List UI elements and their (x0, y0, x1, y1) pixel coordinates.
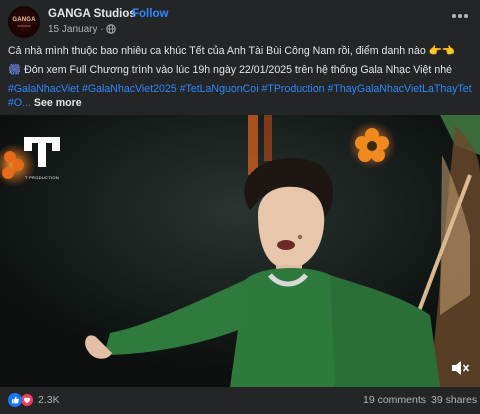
post-date[interactable]: 15 January · (48, 24, 104, 35)
hashtag-truncated[interactable]: #O... (8, 97, 31, 109)
mute-icon[interactable] (450, 359, 470, 377)
hashtag-link[interactable]: #GalaNhacViet (8, 83, 79, 95)
post-header: GANGA STUDIOS GANGA Studios · Follow 15 … (8, 6, 472, 38)
t-production-watermark-icon (24, 137, 60, 167)
comments-count-link[interactable]: 19 comments (363, 394, 426, 406)
caption-line-2: 🎆 Đón xem Full Chương trình vào lúc 19h … (8, 64, 452, 76)
love-reaction-icon[interactable] (20, 393, 34, 407)
reaction-count[interactable]: 2.3K (38, 394, 60, 406)
follow-button[interactable]: Follow (132, 8, 168, 20)
hashtag-link[interactable]: #TProduction (262, 83, 325, 95)
avatar-logo-subtext: STUDIOS (17, 24, 31, 28)
video-player[interactable]: T PRODUCTION (0, 115, 480, 387)
page-name-link[interactable]: GANGA Studios (48, 8, 136, 20)
facebook-post: GANGA STUDIOS GANGA Studios · Follow 15 … (0, 0, 480, 414)
hashtag-list: #GalaNhacViet #GalaNhacViet2025 #TetLaNg… (8, 82, 476, 110)
post-footer: 2.3K 19 comments 39 shares (0, 387, 480, 414)
page-avatar[interactable]: GANGA STUDIOS (8, 6, 40, 38)
caption-line-1: Cả nhà mình thuộc bao nhiêu ca khúc Tết … (8, 45, 456, 57)
globe-icon (106, 24, 116, 34)
more-options-icon[interactable] (452, 12, 470, 20)
watermark-text: T PRODUCTION (25, 175, 59, 180)
hashtag-link[interactable]: #GalaNhacViet2025 (82, 83, 177, 95)
video-frame (0, 115, 480, 387)
header-separator: · (125, 8, 129, 20)
hashtag-link[interactable]: #TetLaNguonCoi (180, 83, 259, 95)
like-reaction-icon[interactable] (8, 393, 22, 407)
shares-count-link[interactable]: 39 shares (431, 394, 477, 406)
hashtag-link[interactable]: #ThayGalaNhacVietLaThayTet (327, 83, 471, 95)
avatar-logo-text: GANGA (12, 17, 36, 23)
see-more-link[interactable]: See more (34, 97, 82, 109)
